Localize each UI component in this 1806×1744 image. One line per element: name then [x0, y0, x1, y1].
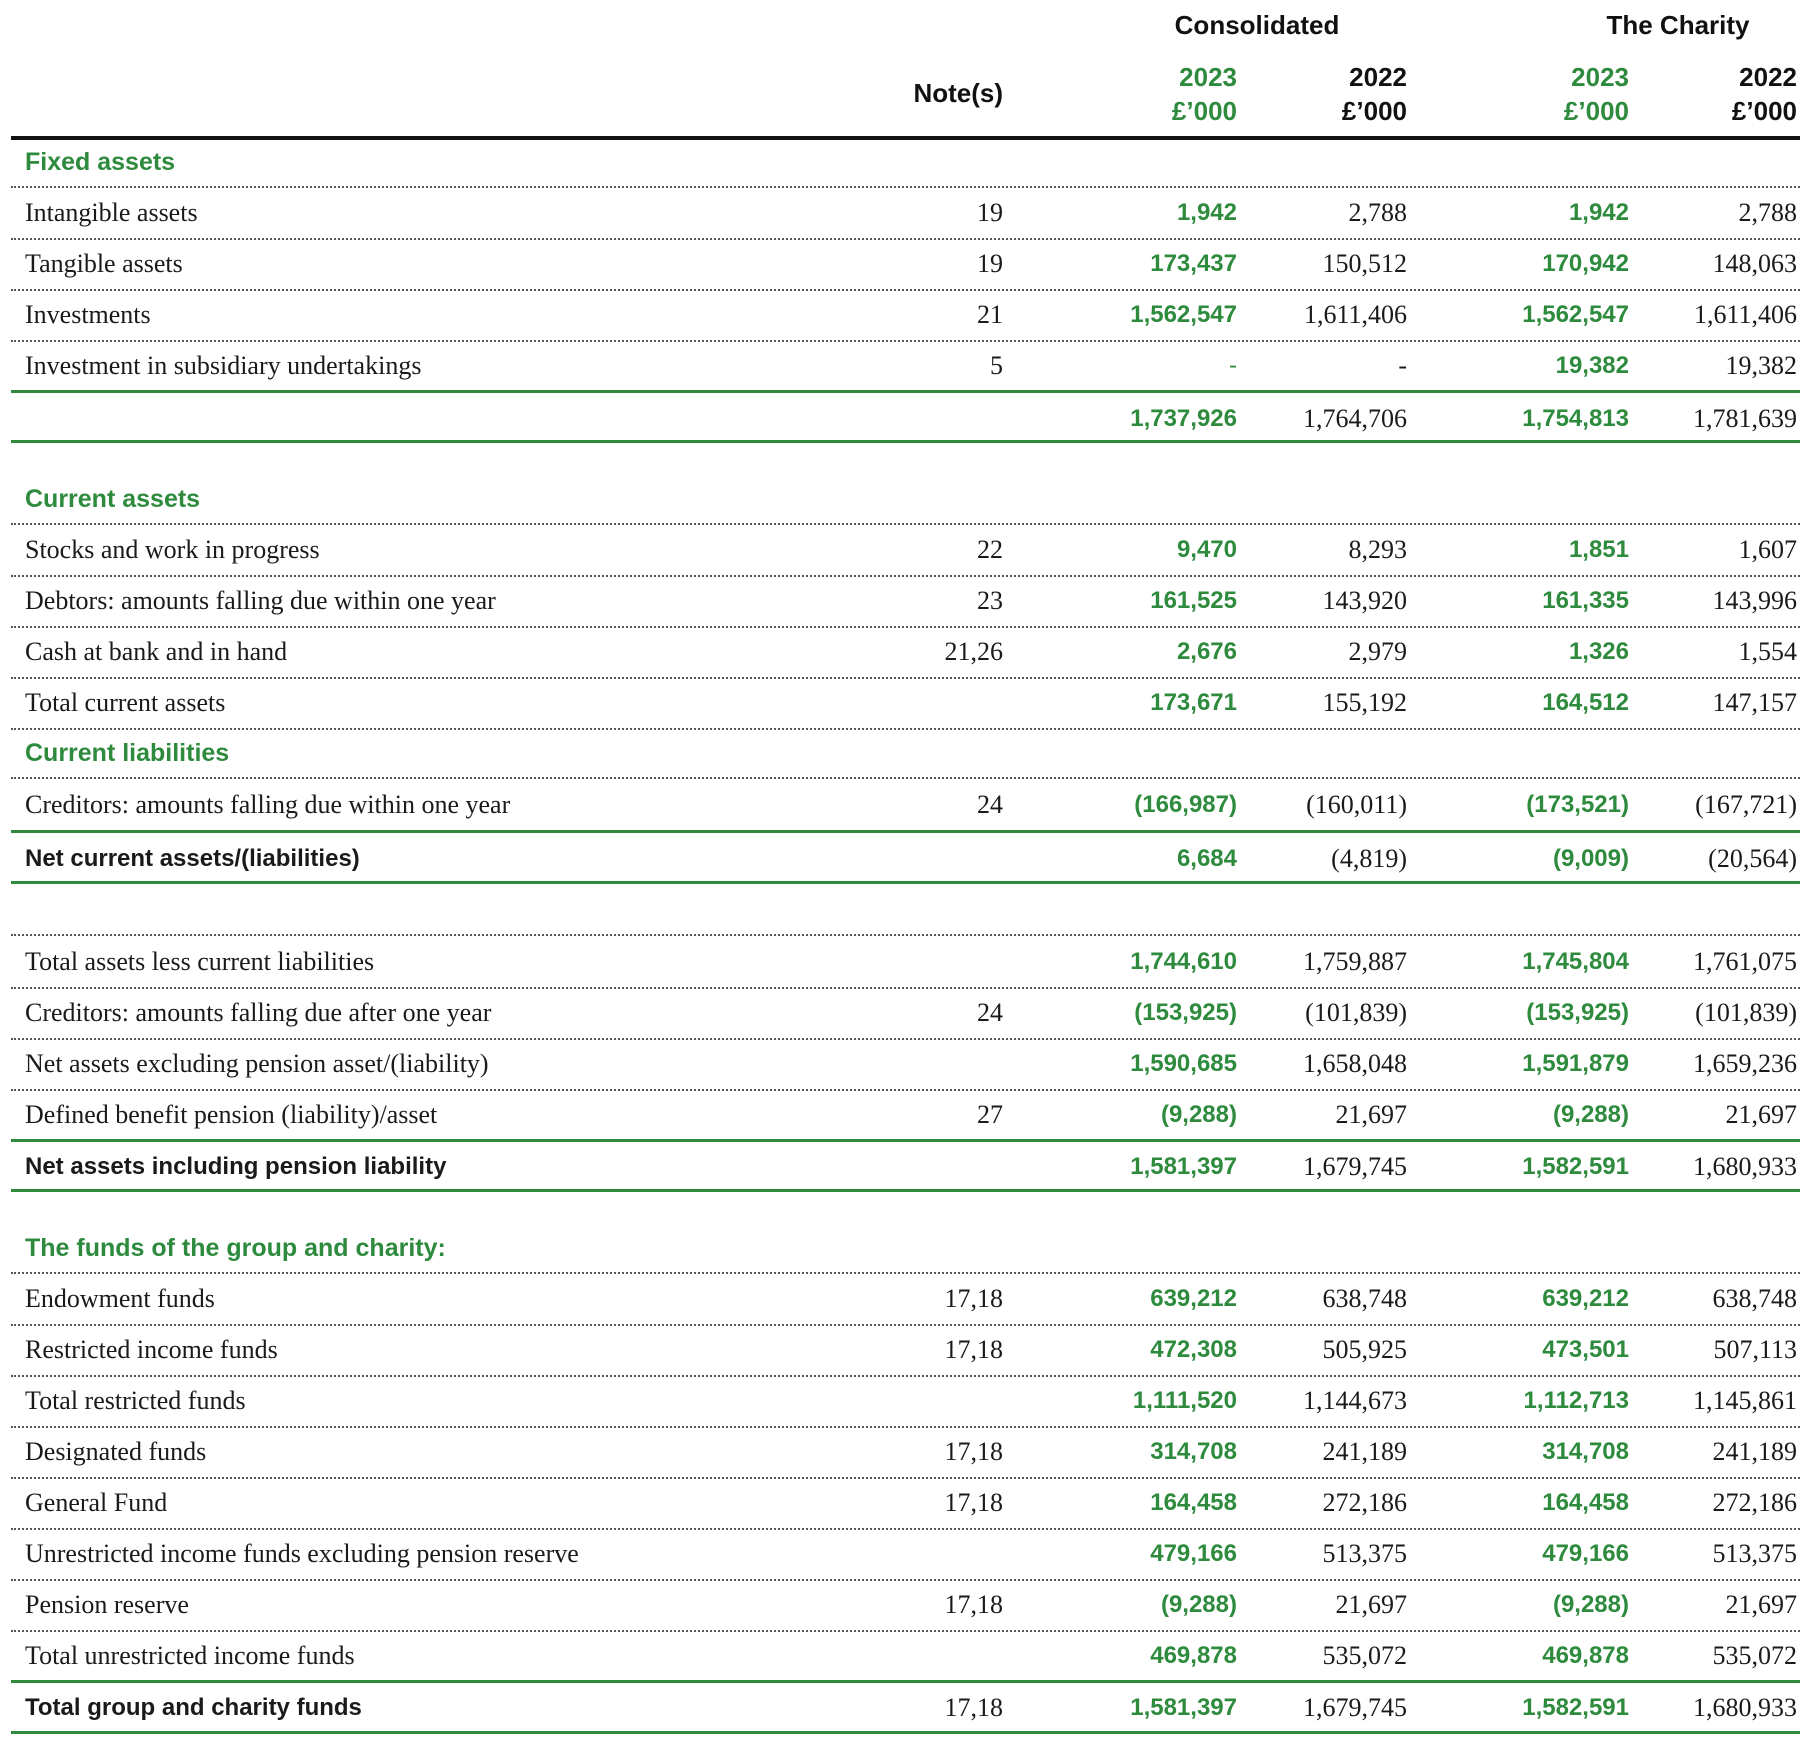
table-row: Debtors: amounts falling due within one … — [11, 576, 1800, 628]
table-header: Consolidated The Charity Note(s) 2023 £’0… — [11, 0, 1800, 140]
table-row: Defined benefit pension (liability)/asse… — [25, 1100, 1797, 1129]
table-row: Total restricted funds 1,111,520 1,144,6… — [11, 1376, 1800, 1428]
section-heading: Current liabilities — [11, 729, 1800, 779]
table-row: Designated funds 17,18 314,708 241,189 3… — [11, 1427, 1800, 1479]
subtotal-row: Net current assets/(liabilities) 6,684 (… — [25, 844, 1797, 873]
rule-line — [11, 1189, 1800, 1192]
charity-heading: The Charity — [1606, 10, 1750, 40]
section-heading: The funds of the group and charity: — [11, 1224, 1800, 1274]
rule-line — [11, 440, 1800, 443]
section-heading: Fixed assets — [11, 138, 1800, 188]
charity-2022-heading: 2022 £’000 — [1731, 62, 1797, 126]
table-row: Total assets less current liabilities 1,… — [11, 937, 1800, 989]
table-row: Tangible assets 19 173,437 150,512 170,9… — [11, 239, 1800, 291]
rule-line — [11, 881, 1800, 884]
rule-line — [11, 390, 1800, 393]
table-row: Creditors: amounts falling due after one… — [11, 988, 1800, 1040]
consolidated-2023-heading: 2023 £’000 — [1171, 62, 1237, 126]
rule-line — [11, 830, 1800, 833]
section-heading: Current assets — [11, 475, 1800, 525]
table-row: General Fund 17,18 164,458 272,186 164,4… — [11, 1478, 1800, 1530]
table-row: Restricted income funds 17,18 472,308 50… — [11, 1325, 1800, 1377]
consolidated-heading: Consolidated — [1174, 10, 1340, 40]
table-row: Net assets excluding pension asset/(liab… — [11, 1039, 1800, 1091]
subtotal-row: 1,737,926 1,764,706 1,754,813 1,781,639 — [1130, 404, 1797, 433]
table-row: Total unrestricted income funds 469,878 … — [25, 1641, 1797, 1670]
table-row: Cash at bank and in hand 21,26 2,676 2,9… — [11, 627, 1800, 679]
table-row: Total current assets 173,671 155,192 164… — [11, 678, 1800, 730]
rule-line — [11, 1731, 1800, 1734]
table-row: Stocks and work in progress 22 9,470 8,2… — [11, 525, 1800, 577]
rule-line — [11, 934, 1800, 936]
table-row: Intangible assets 19 1,942 2,788 1,942 2… — [11, 188, 1800, 240]
notes-heading: Note(s) — [913, 78, 1003, 108]
table-row: Pension reserve 17,18 (9,288) 21,697 (9,… — [11, 1580, 1800, 1632]
table-row: Endowment funds 17,18 639,212 638,748 63… — [11, 1274, 1800, 1326]
table-row: Unrestricted income funds excluding pens… — [11, 1529, 1800, 1581]
table-row: Investments 21 1,562,547 1,611,406 1,562… — [11, 290, 1800, 342]
subtotal-row: Net assets including pension liability 1… — [25, 1152, 1797, 1181]
table-row: Investment in subsidiary undertakings 5 … — [25, 351, 1797, 380]
charity-2023-heading: 2023 £’000 — [1563, 62, 1629, 126]
table-row: Creditors: amounts falling due within on… — [25, 790, 1797, 819]
total-row: Total group and charity funds 17,18 1,58… — [25, 1693, 1797, 1722]
consolidated-2022-heading: 2022 £’000 — [1341, 62, 1407, 126]
balance-sheet: Consolidated The Charity Note(s) 2023 £’0… — [0, 0, 1806, 1744]
